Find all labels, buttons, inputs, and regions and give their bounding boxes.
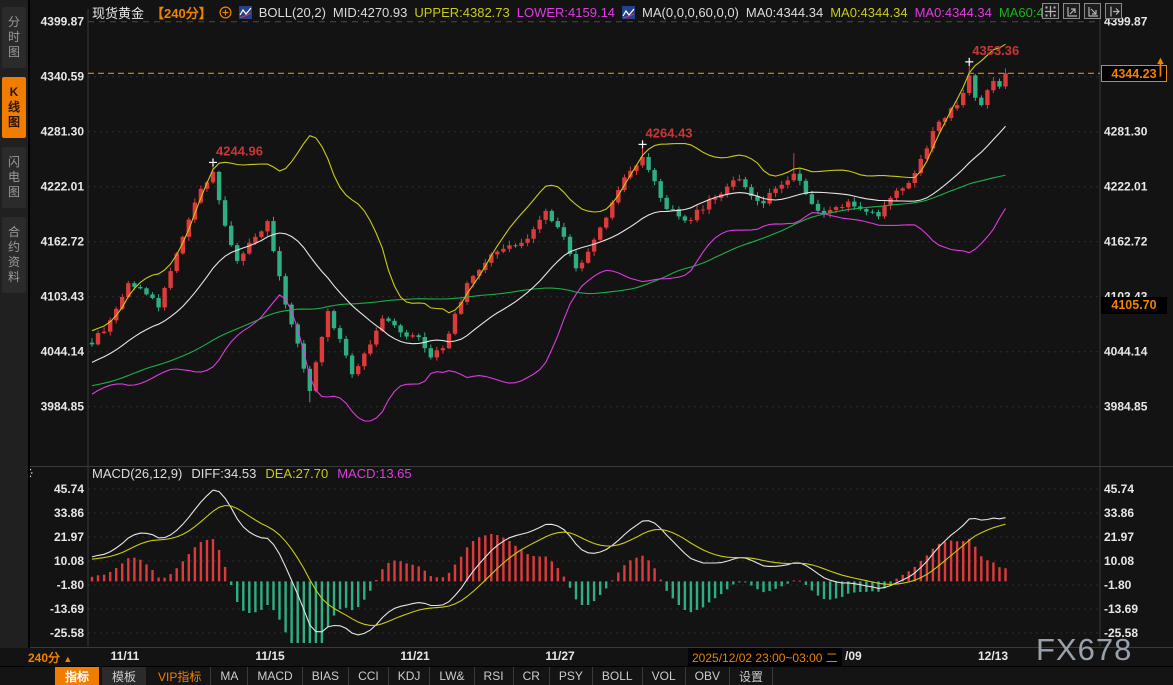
svg-text:4162.72: 4162.72 [41, 235, 85, 249]
svg-text:4399.87: 4399.87 [41, 15, 85, 29]
time-axis: 240分 ▲ 11/11 11/15 11/21 11/27 12/13 2025/12/… [0, 648, 1173, 666]
sidebar-tab-1[interactable]: K线图 [2, 77, 26, 138]
svg-text:4340.59: 4340.59 [41, 70, 85, 84]
svg-text:4162.72: 4162.72 [1104, 235, 1148, 249]
svg-text:4281.30: 4281.30 [1104, 125, 1148, 139]
svg-text:10.08: 10.08 [1104, 554, 1134, 568]
toolbar-item-cci[interactable]: CCI [349, 667, 389, 685]
toolbar-item-vol[interactable]: VOL [643, 667, 686, 685]
boll-lower-value: LOWER:4159.14 [517, 5, 615, 20]
toolbar-item-lw[interactable]: LW& [430, 667, 474, 685]
boll-params: BOLL(20,2) [259, 5, 326, 20]
svg-text:4222.01: 4222.01 [41, 180, 85, 194]
macd-dea-value: DEA:27.70 [265, 466, 328, 482]
scale-up-button[interactable] [1063, 3, 1080, 19]
trading-app: 4399.874399.874340.594340.594281.304281.… [0, 0, 1173, 685]
svg-text:33.86: 33.86 [1104, 506, 1134, 520]
svg-text:-25.58: -25.58 [50, 626, 84, 640]
symbol-name: 现货黄金 [92, 3, 144, 22]
svg-text:4044.14: 4044.14 [41, 345, 85, 359]
macd-hist-value: MACD:13.65 [337, 466, 411, 482]
boll-mid-value: MID:4270.93 [333, 5, 407, 20]
svg-text:10.08: 10.08 [54, 554, 84, 568]
secondary-price-tag: 4105.70 [1101, 297, 1167, 314]
toolbar-item-psy[interactable]: PSY [550, 667, 593, 685]
toolbar-item-kdj[interactable]: KDJ [389, 667, 431, 685]
sidebar-tab-2[interactable]: 闪电图 [2, 147, 26, 208]
period-selector[interactable]: 240分 ▲ [28, 649, 72, 666]
ma-params: MA(0,0,0,60,0,0) [642, 5, 739, 20]
time-label-partial: /09 [845, 649, 862, 663]
sidebar-tab-0[interactable]: 分时图 [2, 7, 26, 68]
svg-text:4281.30: 4281.30 [41, 125, 85, 139]
svg-text:4044.14: 4044.14 [1104, 345, 1148, 359]
sidebar-tab-3[interactable]: 合约资料 [2, 217, 26, 293]
period-label[interactable]: 【240分】 [151, 3, 212, 22]
ma0-white-value: MA0:4344.34 [746, 5, 823, 20]
toolbar-item-ma[interactable]: MA [211, 667, 248, 685]
time-label: 11/21 [400, 649, 429, 663]
time-label: 12/13 [978, 649, 1008, 663]
ma0-yellow-value: MA0:4344.34 [830, 5, 907, 20]
toolbar-item-rsi[interactable]: RSI [475, 667, 514, 685]
ma0-magenta-value: MA0:4344.34 [915, 5, 992, 20]
macd-params: MACD(26,12,9) [92, 466, 182, 482]
watermark: FX678 [1036, 632, 1132, 668]
macd-diff-value: DIFF:34.53 [191, 466, 256, 482]
svg-text:-1.80: -1.80 [57, 578, 85, 592]
circle-plus-icon[interactable] [219, 6, 232, 19]
jump-latest-button[interactable] [1105, 3, 1122, 19]
svg-text:-13.69: -13.69 [50, 602, 84, 616]
toolbar-item-vip[interactable]: VIP指标 [149, 667, 211, 685]
svg-text:33.86: 33.86 [54, 506, 84, 520]
svg-text:4103.43: 4103.43 [41, 290, 85, 304]
toolbar-item-[interactable]: 设置 [730, 667, 773, 685]
chart-type-sidebar: 分时图 K线图闪电图合约资料 [0, 0, 30, 648]
svg-text:4222.01: 4222.01 [1104, 180, 1148, 194]
dropdown-up-icon: ▲ [63, 654, 72, 664]
svg-text:3984.85: 3984.85 [1104, 400, 1148, 414]
scroll-to-latest-arrow[interactable]: ▲┃ [1155, 56, 1166, 76]
chart-header: 现货黄金 【240分】 BOLL(20,2) MID:4270.93 UPPER… [92, 3, 1044, 21]
time-label: 11/15 [255, 649, 284, 663]
boll-upper-value: UPPER:4382.73 [414, 5, 509, 20]
toolbar-button-0[interactable]: 指标 [55, 667, 99, 685]
scale-down-button[interactable] [1084, 3, 1101, 19]
toolbar-item-cr[interactable]: CR [514, 667, 550, 685]
toolbar-item-bias[interactable]: BIAS [303, 667, 349, 685]
boll-indicator-icon[interactable] [239, 6, 252, 19]
svg-text:4264.43: 4264.43 [646, 125, 693, 140]
pan-tool-button[interactable] [1042, 3, 1059, 19]
svg-text:21.97: 21.97 [54, 530, 84, 544]
price-chart-canvas[interactable]: 4399.874399.874340.594340.594281.304281.… [0, 0, 1173, 648]
svg-text:21.97: 21.97 [1104, 530, 1134, 544]
svg-text:-13.69: -13.69 [1104, 602, 1138, 616]
macd-header: MACD(26,12,9) DIFF:34.53 DEA:27.70 MACD:… [92, 466, 412, 482]
ma-indicator-icon[interactable] [622, 6, 635, 19]
svg-text:45.74: 45.74 [54, 482, 84, 496]
ma60-green-value: MA60:4 [999, 5, 1044, 20]
toolbar-item-macd[interactable]: MACD [248, 667, 302, 685]
svg-text:3984.85: 3984.85 [41, 400, 85, 414]
indicator-toolbar: 指标模板VIP指标MAMACDBIASCCIKDJLW&RSICRPSYBOLL… [0, 666, 1173, 685]
toolbar-item-obv[interactable]: OBV [686, 667, 730, 685]
svg-text:45.74: 45.74 [1104, 482, 1134, 496]
time-label: 11/27 [545, 649, 574, 663]
svg-text:4353.36: 4353.36 [972, 43, 1019, 58]
svg-text:-1.80: -1.80 [1104, 578, 1132, 592]
svg-text:4244.96: 4244.96 [216, 143, 263, 158]
crosshair-time-tooltip: 2025/12/02 23:00~03:00 二 [688, 648, 842, 667]
toolbar-button-1[interactable]: 模板 [102, 667, 146, 685]
chart-tools [1042, 3, 1122, 19]
toolbar-item-boll[interactable]: BOLL [593, 667, 643, 685]
time-label: 11/11 [111, 649, 140, 663]
